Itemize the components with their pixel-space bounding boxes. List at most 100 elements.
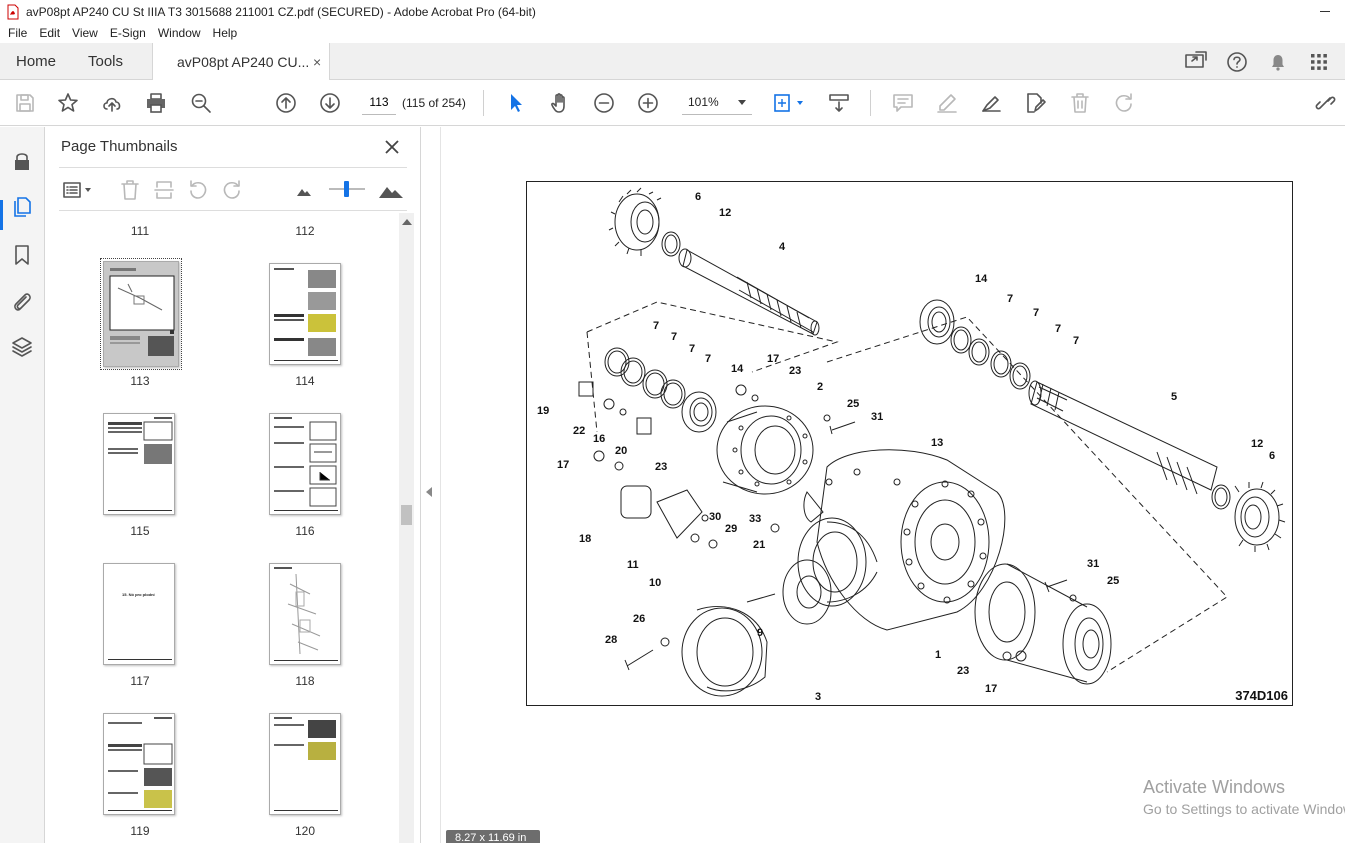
hand-tool-icon[interactable] (548, 91, 572, 115)
lock-icon[interactable] (10, 149, 34, 173)
comment-icon[interactable] (891, 91, 915, 115)
highlight-pen-icon[interactable] (935, 91, 959, 115)
zoom-level-dropdown[interactable]: 101% (682, 90, 752, 115)
thumbnail-page-120[interactable] (269, 713, 341, 815)
zoom-in-icon[interactable] (636, 91, 660, 115)
thumbnail-preview (104, 262, 178, 366)
zoom-out-icon[interactable] (592, 91, 616, 115)
slider-handle[interactable] (344, 181, 349, 197)
part-callout-number: 2 (817, 381, 823, 393)
thumbnail-page-118[interactable] (269, 563, 341, 665)
thumbnail-page-114[interactable] (269, 263, 341, 365)
part-callout-number: 17 (557, 459, 569, 471)
part-callout-number: 3 (815, 691, 821, 703)
tab-home[interactable]: Home (16, 43, 56, 80)
bookmarks-icon[interactable] (10, 243, 34, 267)
diagram-drawing: 6124147777777714172321922162025315126131… (537, 187, 1286, 703)
scroll-mode-icon[interactable] (827, 91, 851, 115)
small-thumbnail-icon[interactable] (293, 178, 315, 202)
scroll-up-arrow-icon[interactable] (402, 219, 412, 225)
draw-sign-icon[interactable] (979, 91, 1003, 115)
select-cursor-icon[interactable] (504, 91, 528, 115)
zoom-search-icon[interactable] (189, 91, 213, 115)
thumbnail-page-113[interactable] (100, 258, 182, 370)
part-callout-number: 14 (731, 363, 744, 375)
tab-close-icon[interactable]: × (313, 54, 321, 70)
thumbnail-label: 117 (130, 674, 150, 688)
edit-pdf-icon[interactable] (1023, 91, 1047, 115)
upload-cloud-icon[interactable] (100, 91, 124, 115)
part-callout-number: 28 (605, 634, 617, 646)
chevron-down-icon (738, 100, 746, 105)
thumbnail-label: 118 (295, 674, 315, 688)
panel-splitter[interactable] (440, 127, 441, 843)
fit-page-icon[interactable] (772, 91, 806, 115)
zoom-level-value: 101% (688, 95, 719, 109)
part-callout-number: 33 (749, 513, 761, 525)
document-view: 6 12 4 14 7 7 7 7 7 7 7 7 14 17 23 2 19 22 16 20 25 31 5 12 6 13 1… (421, 127, 1345, 843)
thumbnail-scrollbar[interactable] (399, 213, 414, 843)
thumbnail-preview (274, 268, 338, 361)
close-icon[interactable] (380, 135, 404, 159)
part-callout-number: 9 (757, 627, 763, 639)
part-callout-number: 23 (957, 665, 969, 677)
collapse-panel-arrow-icon[interactable] (426, 487, 432, 497)
link-share-icon[interactable] (1312, 91, 1340, 115)
thumbnail-page-115[interactable] (103, 413, 175, 515)
part-callout-number: 12 (1251, 438, 1263, 450)
minimize-button[interactable] (1317, 2, 1335, 18)
delete-trash-icon[interactable] (1068, 91, 1092, 115)
options-menu-icon[interactable] (61, 178, 95, 202)
menu-bar: File Edit View E-Sign Window Help (0, 23, 1345, 43)
help-icon[interactable] (1224, 49, 1250, 75)
tab-tools[interactable]: Tools (88, 43, 123, 80)
large-thumbnail-icon[interactable] (377, 178, 405, 202)
part-callout-number: 18 (579, 533, 591, 545)
scrollbar-thumb[interactable] (401, 505, 412, 525)
thumbnail-label: 115 (130, 524, 150, 538)
thumbnail-page-116[interactable] (269, 413, 341, 515)
part-callout-number: 25 (847, 398, 859, 410)
acrobat-window: avP08pt AP240 CU St IIIA T3 3015688 2110… (0, 0, 1345, 843)
thumbnail-toolbar (59, 167, 407, 211)
page-count: (115 of 254) (402, 96, 466, 110)
menu-view[interactable]: View (72, 26, 98, 40)
part-callout-number: 26 (633, 613, 645, 625)
bookmark-star-icon[interactable] (56, 91, 80, 115)
part-callout-number: 16 (593, 433, 605, 445)
part-callout-number: 4 (779, 241, 786, 253)
print-icon[interactable] (144, 91, 168, 115)
tab-document[interactable]: avP08pt AP240 CU... × (152, 43, 330, 80)
menu-help[interactable]: Help (213, 26, 238, 40)
previous-page-icon[interactable] (274, 91, 298, 115)
thumbnail-label: 116 (295, 524, 315, 538)
delete-page-icon[interactable] (118, 178, 142, 202)
apps-grid-icon[interactable] (1306, 49, 1332, 75)
page-number-input[interactable] (362, 90, 396, 115)
redo-rotate-icon[interactable] (1112, 91, 1136, 115)
next-page-icon[interactable] (318, 91, 342, 115)
menu-esign[interactable]: E-Sign (110, 26, 146, 40)
thumbnail-page-117[interactable]: 15. Nó pro plodní (103, 563, 175, 665)
part-callout-number: 6 (1269, 450, 1275, 462)
part-callout-number: 7 (1007, 293, 1013, 305)
rotate-counterclockwise-icon[interactable] (186, 178, 210, 202)
share-screen-icon[interactable] (1183, 49, 1209, 75)
layers-icon[interactable] (10, 335, 34, 359)
activate-windows-title: Activate Windows (1143, 777, 1286, 797)
menu-file[interactable]: File (8, 26, 27, 40)
save-icon[interactable] (13, 91, 37, 115)
tab-bar: Home Tools avP08pt AP240 CU... × (0, 43, 1345, 80)
toolbar-divider (870, 90, 871, 116)
thumbnail-label: 120 (294, 824, 316, 838)
attachments-paperclip-icon[interactable] (10, 289, 34, 313)
menu-window[interactable]: Window (158, 26, 201, 40)
extract-pages-icon[interactable] (152, 178, 176, 202)
thumbnail-label: 114 (295, 374, 315, 388)
thumbnail-page-119[interactable] (103, 713, 175, 815)
page-thumbnails-icon[interactable] (10, 195, 34, 219)
menu-edit[interactable]: Edit (39, 26, 60, 40)
notifications-bell-icon[interactable] (1265, 49, 1291, 75)
title-bar: avP08pt AP240 CU St IIIA T3 3015688 2110… (0, 0, 1345, 23)
rotate-clockwise-icon[interactable] (220, 178, 244, 202)
